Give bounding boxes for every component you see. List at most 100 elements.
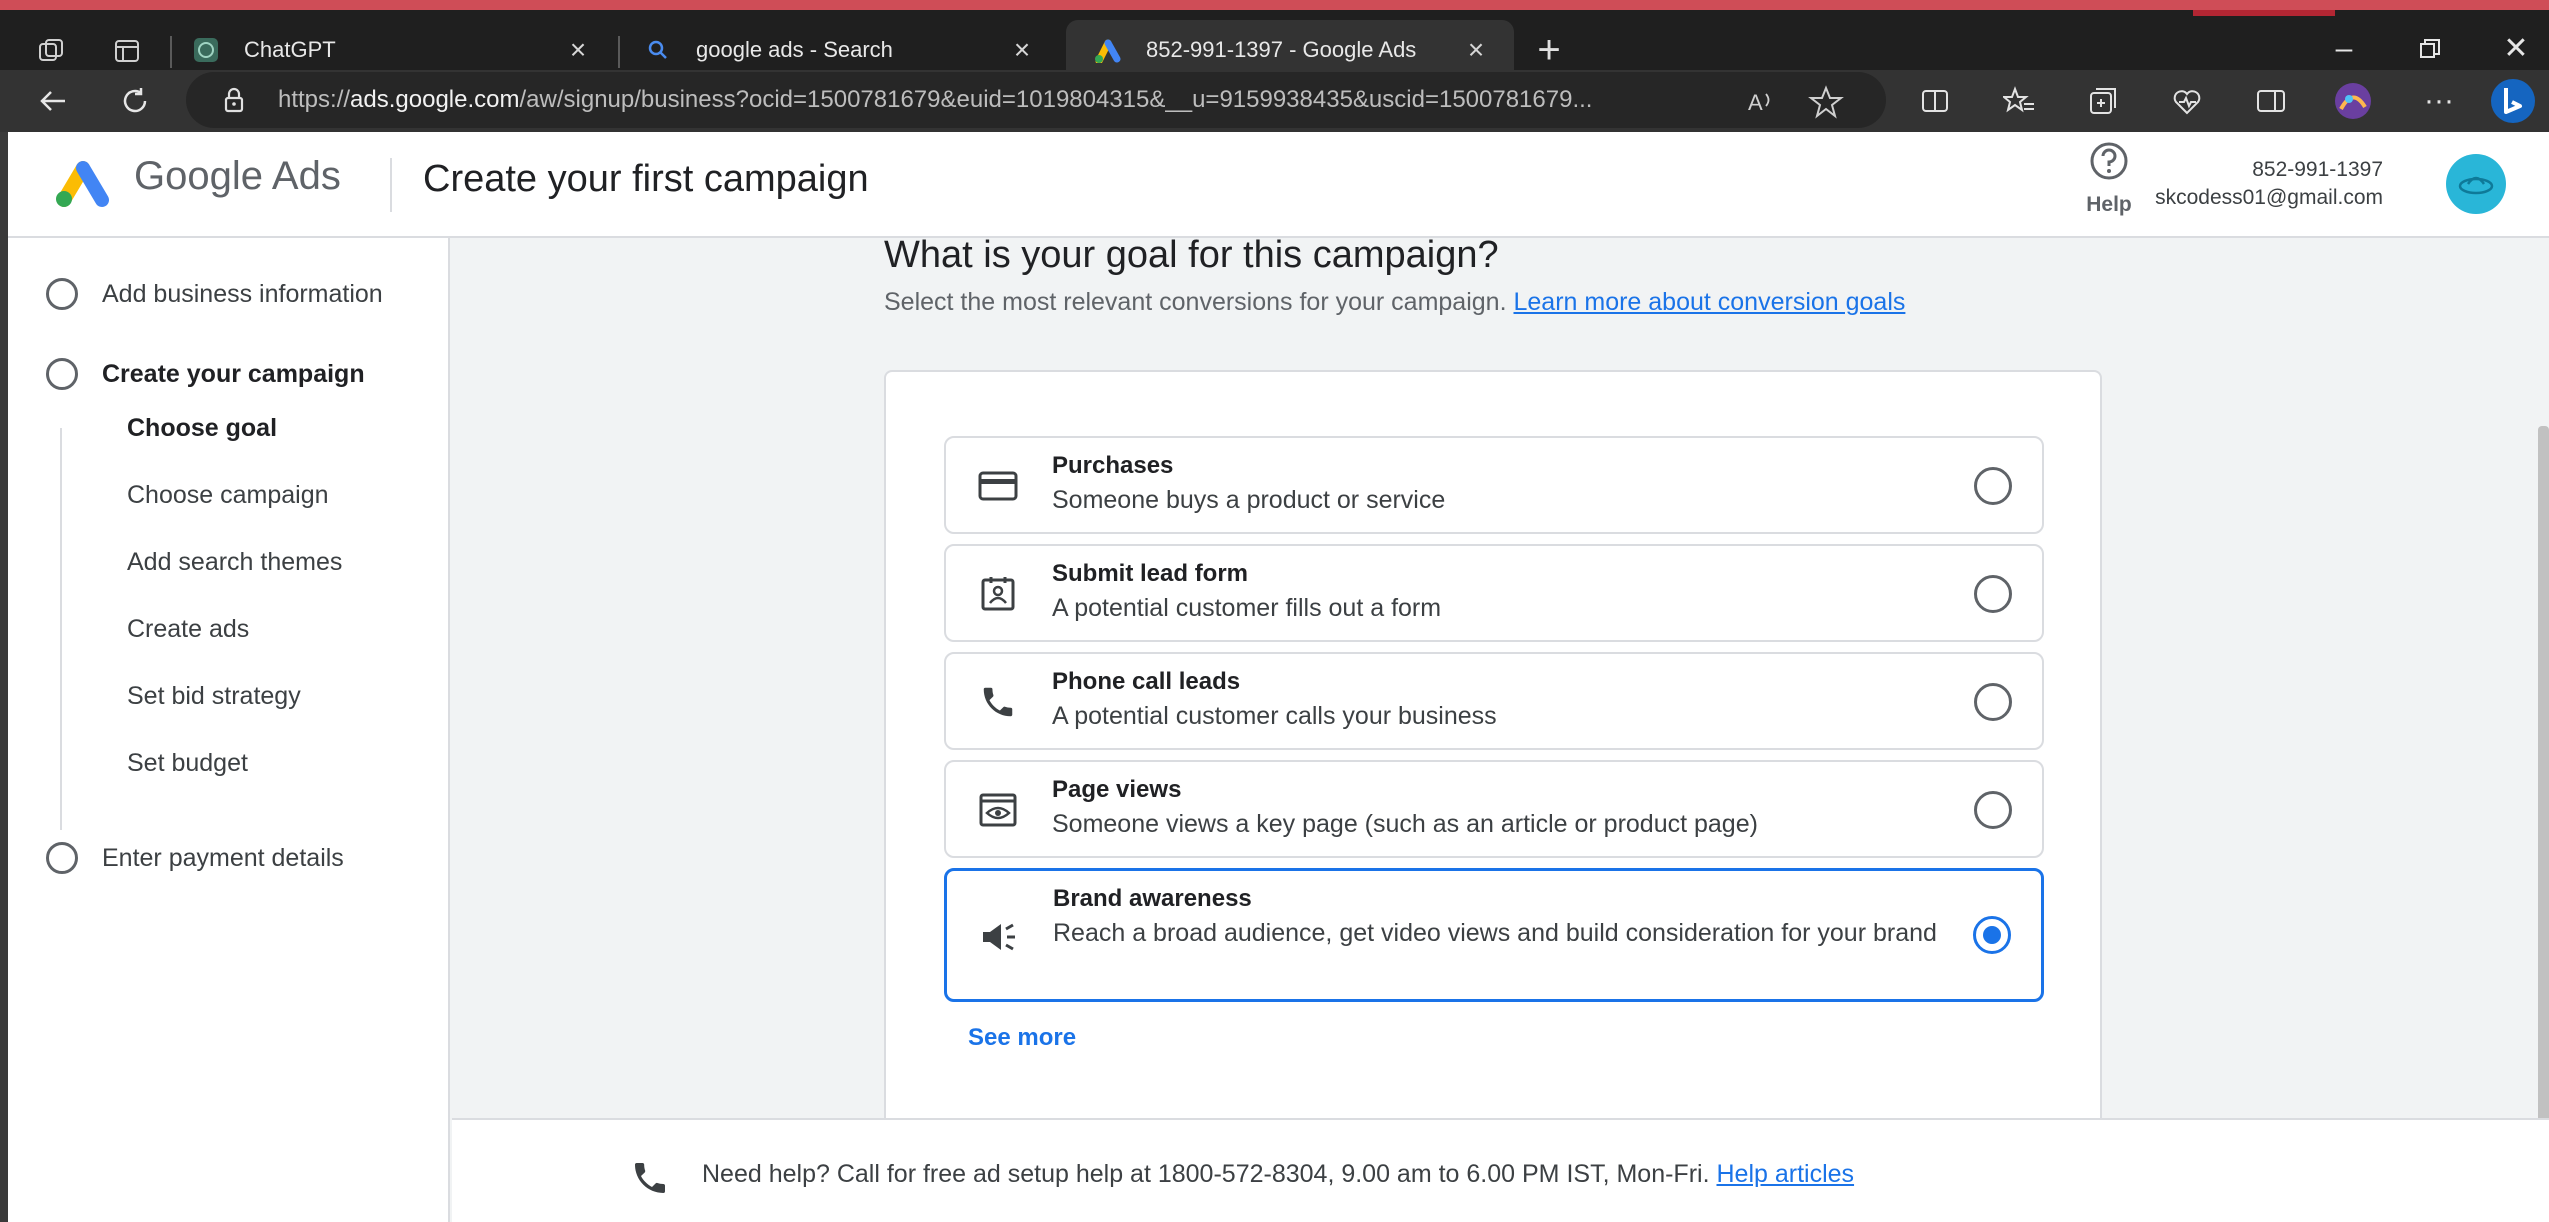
step-status-icon (46, 842, 78, 874)
favorites-icon[interactable] (1996, 78, 2042, 124)
close-tab-icon[interactable]: × (562, 34, 594, 66)
sidebar-toggle-icon[interactable] (2248, 78, 2294, 124)
tab-title: ChatGPT (244, 37, 336, 62)
goal-subheading: Select the most relevant conversions for… (884, 288, 1905, 317)
help-label: Help (2086, 193, 2132, 216)
option-description: A potential customer calls your business (1052, 702, 1497, 730)
step-status-icon (46, 278, 78, 310)
substep-create-ads[interactable]: Create ads (127, 615, 249, 644)
option-radio[interactable] (1974, 575, 2012, 613)
option-title: Brand awareness (1053, 885, 1252, 912)
collections-icon[interactable] (2080, 78, 2126, 124)
option-radio[interactable] (1974, 683, 2012, 721)
window-accent-bar (2193, 10, 2335, 16)
close-window-button[interactable]: ✕ (2486, 26, 2546, 72)
substep-choose-goal[interactable]: Choose goal (127, 414, 277, 443)
ads-header: Google Ads Create your first campaign He… (8, 132, 2549, 238)
help-footer: Need help? Call for free ad setup help a… (452, 1118, 2549, 1222)
minimize-button[interactable]: – (2314, 26, 2374, 72)
help-circle-icon (2090, 142, 2128, 180)
step-status-icon (46, 358, 78, 390)
goal-option-phone-call-leads[interactable]: Phone call leads A potential customer ca… (944, 652, 2044, 750)
account-email: skcodess01@gmail.com (2155, 186, 2383, 209)
new-tab-button[interactable]: + (1525, 28, 1573, 76)
goal-option-page-views[interactable]: Page views Someone views a key page (suc… (944, 760, 2044, 858)
step-add-business-information[interactable]: Add business information (46, 274, 383, 314)
substep-set-budget[interactable]: Set budget (127, 749, 248, 778)
step-create-your-campaign[interactable]: Create your campaign (46, 354, 365, 394)
substep-add-search-themes[interactable]: Add search themes (127, 548, 342, 577)
option-description: Someone buys a product or service (1052, 486, 1446, 514)
chatgpt-icon (192, 36, 220, 64)
more-options-icon[interactable]: ··· (2416, 78, 2462, 124)
option-title: Phone call leads (1052, 668, 1241, 695)
workspaces-icon[interactable] (28, 28, 74, 74)
goal-option-brand-awareness[interactable]: Brand awareness Reach a broad audience, … (944, 868, 2044, 1002)
option-radio[interactable] (1974, 467, 2012, 505)
goal-heading: What is your goal for this campaign? (884, 234, 1499, 276)
see-more-button[interactable]: See more (968, 1024, 1076, 1052)
option-title: Page views (1052, 776, 1182, 803)
help-button[interactable]: Help (2073, 140, 2145, 220)
read-aloud-icon[interactable]: A (1744, 84, 1780, 120)
goal-option-purchases[interactable]: Purchases Someone buys a product or serv… (944, 436, 2044, 534)
option-description: Reach a broad audience, get video views … (1053, 919, 1937, 947)
goal-subheading-text: Select the most relevant conversions for… (884, 288, 1507, 316)
close-tab-icon[interactable]: × (1460, 34, 1492, 66)
restore-button[interactable] (2400, 26, 2460, 72)
substep-set-bid-strategy[interactable]: Set bid strategy (127, 682, 301, 711)
google-ads-page: Google Ads Create your first campaign He… (8, 132, 2549, 1222)
step-enter-payment-details[interactable]: Enter payment details (46, 838, 344, 878)
goal-options-card: Purchases Someone buys a product or serv… (884, 370, 2102, 1130)
contact-form-icon (976, 572, 1020, 616)
address-bar[interactable]: https://ads.google.com/aw/signup/busines… (186, 72, 1886, 128)
tab-actions-icon[interactable] (104, 28, 150, 74)
substeps-connector (60, 428, 62, 830)
option-title: Purchases (1052, 452, 1174, 479)
credit-card-icon (976, 464, 1020, 508)
goal-option-submit-lead-form[interactable]: Submit lead form A potential customer fi… (944, 544, 2044, 642)
refresh-icon[interactable] (110, 76, 160, 126)
help-articles-link[interactable]: Help articles (1716, 1160, 1854, 1188)
step-label: Enter payment details (102, 843, 344, 872)
account-id: 852-991-1397 (2252, 158, 2383, 181)
split-screen-icon[interactable] (1912, 78, 1958, 124)
footer-message: Need help? Call for free ad setup help a… (702, 1160, 1854, 1189)
logo-text: Google Ads (134, 154, 341, 198)
phone-icon (976, 680, 1020, 724)
substep-choose-campaign[interactable]: Choose campaign (127, 481, 329, 510)
option-radio-selected[interactable] (1973, 916, 2011, 954)
copilot-icon[interactable] (2490, 78, 2536, 124)
google-ads-logo-icon (56, 161, 109, 207)
back-arrow-icon[interactable] (28, 76, 78, 126)
window-left-edge (0, 132, 8, 1222)
search-icon (644, 36, 672, 64)
option-radio[interactable] (1974, 791, 2012, 829)
account-info[interactable]: 852-991-1397 skcodess01@gmail.com (2155, 156, 2383, 212)
page-title: Create your first campaign (423, 158, 869, 200)
header-divider (390, 158, 392, 212)
option-description: A potential customer fills out a form (1052, 594, 1442, 622)
phone-icon (635, 1163, 665, 1193)
browser-toolbar: https://ads.google.com/aw/signup/busines… (0, 70, 2549, 132)
step-label: Add business information (102, 279, 383, 308)
tab-title: 852-991-1397 - Google Ads (1146, 37, 1417, 62)
google-ads-icon (1094, 36, 1122, 64)
close-tab-icon[interactable]: × (1006, 34, 1038, 66)
favorite-star-icon[interactable] (1808, 84, 1844, 120)
tab-title: google ads - Search (696, 37, 893, 62)
page-scrollbar[interactable] (2538, 426, 2549, 1222)
url-prefix: https:// (278, 86, 351, 113)
eye-page-icon (976, 788, 1020, 832)
svg-text:A: A (1748, 90, 1763, 115)
browser-essentials-icon[interactable] (2164, 78, 2210, 124)
step-label: Create your campaign (102, 359, 365, 388)
main-content: What is your goal for this campaign? Sel… (452, 234, 2549, 1222)
browser-tab-bar: ChatGPT × google ads - Search × 852-991-… (0, 0, 2549, 80)
profile-avatar-icon[interactable] (2330, 78, 2376, 124)
learn-more-link[interactable]: Learn more about conversion goals (1513, 288, 1905, 316)
avatar[interactable] (2446, 154, 2506, 214)
url-host: ads.google.com (350, 86, 520, 113)
option-title: Submit lead form (1052, 560, 1249, 587)
lock-icon[interactable] (220, 86, 248, 114)
